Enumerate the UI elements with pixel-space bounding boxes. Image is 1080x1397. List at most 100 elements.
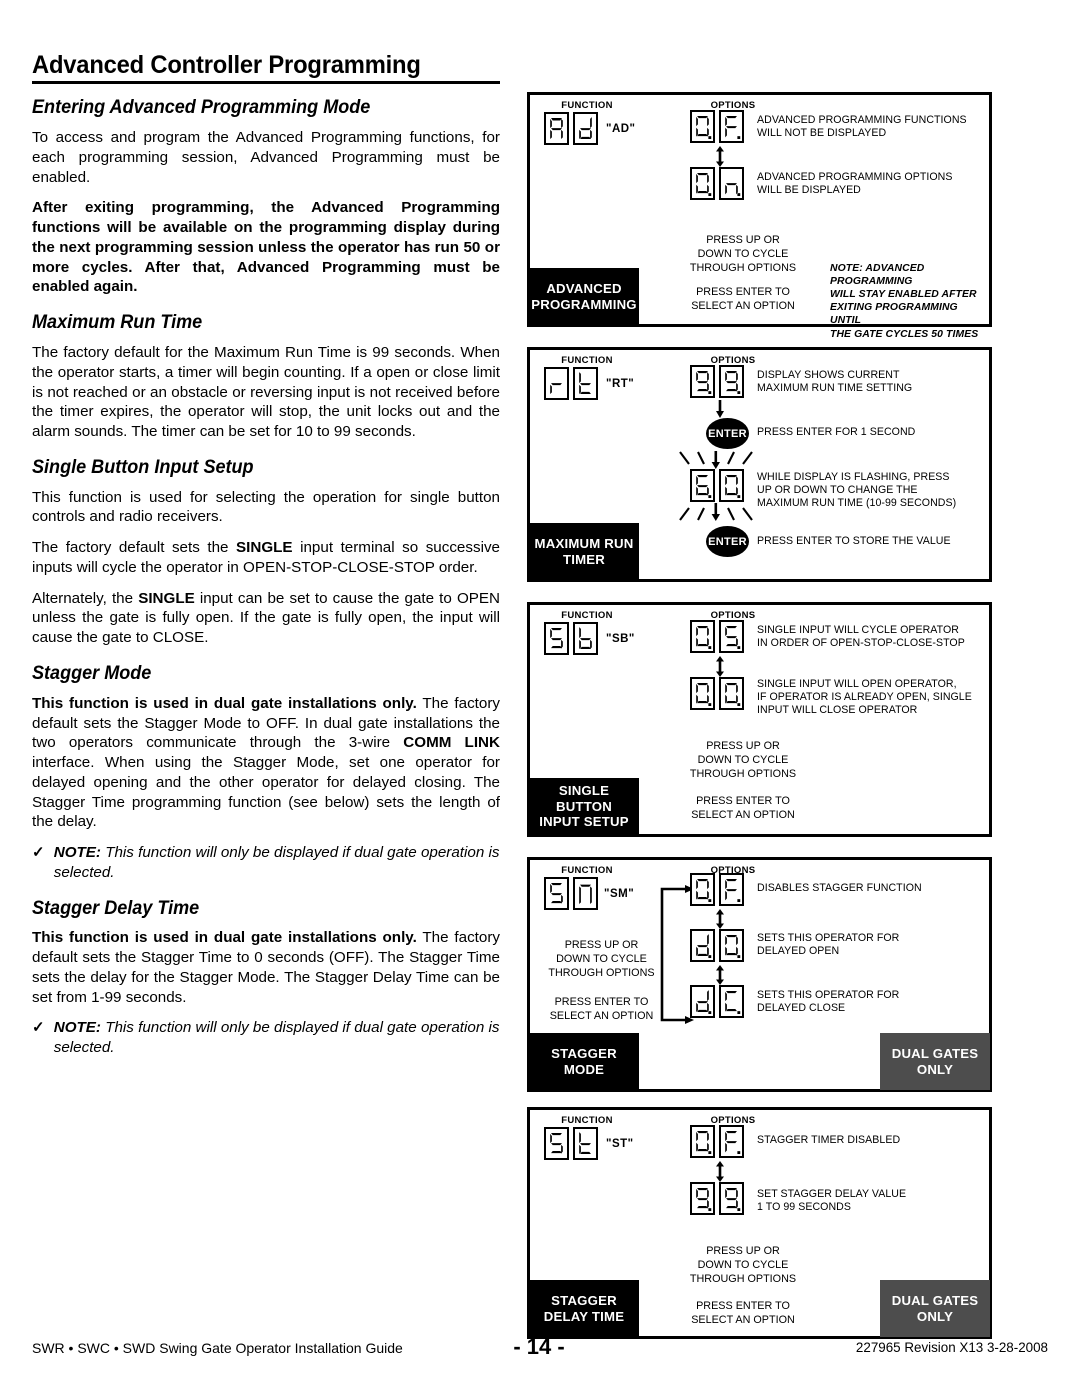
diagram-stagger-delay-time: FUNCTION OPTIONS "ST" STAGGER TIMER DISA… <box>527 1107 992 1339</box>
diagram-4-option-0-digit-0 <box>690 873 715 906</box>
diagram-2-function-label: "RT" <box>606 378 635 390</box>
document-page: Advanced Controller Programming Entering… <box>0 0 1080 1397</box>
diagram-4-option-0-digit-1 <box>719 873 744 906</box>
diagram-4-function-digit-0 <box>544 877 569 910</box>
sb-p2-single-bold: SINGLE <box>236 539 293 557</box>
diagram-3-option-1-digit-1 <box>719 677 744 710</box>
diagram-3-updown-arrow-icon <box>716 656 724 677</box>
diagram-3-label: SINGLE BUTTON INPUT SETUP <box>529 778 639 835</box>
diagram-4-option-0-desc: DISABLES STAGGER FUNCTION <box>757 882 922 894</box>
diagram-maximum-run-timer: FUNCTION OPTIONS "RT" DISPLAY SHOWS CURR… <box>527 347 992 582</box>
diagram-5-option-0-digit-1 <box>719 1125 744 1158</box>
paragraph-stagger-delay-time: This function is used in dual gate insta… <box>32 928 500 1007</box>
diagram-3-instructions-select: PRESS ENTER TO SELECT AN OPTION <box>691 795 795 822</box>
diagram-3-function-label: "SB" <box>606 633 635 645</box>
diagram-5-function-digit-1 <box>573 1127 598 1160</box>
diagram-stagger-mode: FUNCTION OPTIONS "SM" DISABLES STAGGER F… <box>527 857 992 1092</box>
diagram-2-option-2-desc: WHILE DISPLAY IS FLASHING, PRESS UP OR D… <box>757 471 957 510</box>
paragraph-entering-1: To access and program the Advanced Progr… <box>32 129 500 186</box>
diagram-5-instructions-select: PRESS ENTER TO SELECT AN OPTION <box>691 1300 795 1327</box>
diagram-3-function-header: FUNCTION <box>561 610 613 621</box>
paragraph-stagger-mode: This function is used in dual gate insta… <box>32 694 500 832</box>
heading-single-button-input-setup: Single Button Input Setup <box>32 456 254 478</box>
diagram-5-option-0-desc: STAGGER TIMER DISABLED <box>757 1134 901 1146</box>
diagram-1-instructions-select: PRESS ENTER TO SELECT AN OPTION <box>691 286 795 313</box>
diagram-1-option-1-desc: ADVANCED PROGRAMMING OPTIONS WILL BE DIS… <box>757 171 953 197</box>
note-stagger-mode: ✓ NOTE: This function will only be displ… <box>32 843 500 883</box>
diagram-4-option-1-digit-0 <box>690 929 715 962</box>
diagram-4-option-1-desc: SETS THIS OPERATOR FOR DELAYED OPEN <box>757 932 900 958</box>
diagram-4-option-1-digit-1 <box>719 929 744 962</box>
heading-stagger-mode: Stagger Mode <box>32 662 152 684</box>
note-body-stagger-delay-time: This function will only be displayed if … <box>53 1019 500 1057</box>
diagram-4-instructions-select: PRESS ENTER TO SELECT AN OPTION <box>549 996 654 1023</box>
diagram-2-enter-button-1[interactable]: ENTER <box>706 418 749 449</box>
diagram-5-option-1-digit-1 <box>719 1182 744 1215</box>
diagram-1-function-digit-1 <box>573 112 598 145</box>
sm-p1-bold-lead: This function is used in dual gate insta… <box>32 694 417 712</box>
diagram-3-option-0-digit-0 <box>690 620 715 653</box>
diagram-5-option-0-digit-0 <box>690 1125 715 1158</box>
diagram-2-option-3-desc: PRESS ENTER TO STORE THE VALUE <box>757 535 951 547</box>
diagram-2-option-1-desc: PRESS ENTER FOR 1 SECOND <box>757 426 916 438</box>
diagram-2-function-digit-0 <box>544 367 569 400</box>
diagram-3-option-1-desc: SINGLE INPUT WILL OPEN OPERATOR, IF OPER… <box>757 678 972 717</box>
diagram-2-enter-button-2[interactable]: ENTER <box>706 526 749 557</box>
diagram-2-function-header: FUNCTION <box>561 355 613 366</box>
paragraph-entering-2: After exiting programming, the Advanced … <box>32 199 500 296</box>
diagram-2-option-0-digit-1 <box>719 365 744 398</box>
diagram-5-dual-gates-badge: DUAL GATES ONLY <box>880 1280 990 1337</box>
heading-maximum-run-time: Maximum Run Time <box>32 312 203 334</box>
diagram-1-option-1-digit-0 <box>690 167 715 200</box>
diagram-2-flash-rays-bottom-icon <box>679 503 753 521</box>
diagram-3-function-digit-1 <box>573 622 598 655</box>
heading-stagger-delay-time: Stagger Delay Time <box>32 897 200 919</box>
diagram-1-updown-arrow-icon <box>716 146 724 167</box>
paragraph-maximum-run-time: The factory default for the Maximum Run … <box>32 344 500 441</box>
diagram-1-option-0-digit-0 <box>690 110 715 143</box>
diagram-2-label: MAXIMUM RUN TIMER <box>529 523 639 580</box>
diagram-advanced-programming: FUNCTION OPTIONS "AD" ADVANCED PROGRAMMI… <box>527 92 992 340</box>
note-label-stagger-delay-time: NOTE: <box>53 1019 101 1037</box>
sb-p2-a: The factory default sets the <box>32 539 237 557</box>
diagram-5-label: STAGGER DELAY TIME <box>529 1280 639 1337</box>
diagram-4-updown-arrow-icon-1 <box>716 909 724 929</box>
diagram-3-function-digit-0 <box>544 622 569 655</box>
diagram-4-updown-arrow-icon-2 <box>716 965 724 985</box>
diagram-3-option-1-digit-0 <box>690 677 715 710</box>
diagram-1-label: ADVANCED PROGRAMMING <box>529 268 639 325</box>
diagram-2-down-arrow-icon-1 <box>716 400 724 418</box>
diagram-2-function-digit-1 <box>573 367 598 400</box>
footer-revision: 227965 Revision X13 3-28-2008 <box>855 1340 1048 1355</box>
diagram-3-option-0-desc: SINGLE INPUT WILL CYCLE OPERATOR IN ORDE… <box>757 624 965 650</box>
diagram-4-label: STAGGER MODE <box>529 1033 639 1090</box>
paragraph-single-button-1: This function is used for selecting the … <box>32 488 500 526</box>
diagram-1-function-label: "AD" <box>606 123 636 135</box>
diagram-2-option-0-desc: DISPLAY SHOWS CURRENT MAXIMUM RUN TIME S… <box>757 369 913 395</box>
checkmark-icon: ✓ <box>32 844 45 862</box>
diagram-4-instructions-cycle: PRESS UP OR DOWN TO CYCLE THROUGH OPTION… <box>548 939 655 980</box>
diagram-3-option-0-digit-1 <box>719 620 744 653</box>
diagram-4-option-2-digit-1 <box>719 985 744 1018</box>
diagram-4-function-label: "SM" <box>604 888 635 900</box>
diagram-2-option-2-digit-0 <box>690 469 715 502</box>
note-body-stagger-mode: This function will only be displayed if … <box>53 844 500 881</box>
diagram-single-button-input-setup: FUNCTION OPTIONS "SB" SINGLE INPUT WILL … <box>527 602 992 837</box>
diagram-1-option-1-digit-1 <box>719 167 744 200</box>
diagram-4-option-2-digit-0 <box>690 985 715 1018</box>
heading-entering-advanced-programming-mode: Entering Advanced Programming Mode <box>32 97 371 119</box>
paragraph-single-button-2: The factory default sets the SINGLE inpu… <box>32 538 500 578</box>
diagram-5-function-label: "ST" <box>606 1138 634 1150</box>
diagram-5-instructions-cycle: PRESS UP OR DOWN TO CYCLE THROUGH OPTION… <box>689 1245 797 1286</box>
paragraph-single-button-3: Alternately, the SINGLE input can be set… <box>32 589 500 648</box>
sm-p1-comm-link-bold: COMM LINK <box>403 734 500 752</box>
diagram-2-flash-rays-top-icon <box>679 451 753 469</box>
sm-p1-d: interface. When using the Stagger Mode, … <box>32 754 500 831</box>
sdt-p1-bold-lead: This function is used in dual gate insta… <box>32 929 417 947</box>
note-label-stagger-mode: NOTE: <box>53 844 101 862</box>
checkmark-icon: ✓ <box>32 1019 45 1037</box>
diagram-4-function-header: FUNCTION <box>561 865 613 876</box>
text-column: Advanced Controller Programming Entering… <box>32 52 500 1069</box>
diagram-4-branch-arrows-icon <box>660 885 694 1024</box>
diagram-5-function-header: FUNCTION <box>561 1115 613 1126</box>
